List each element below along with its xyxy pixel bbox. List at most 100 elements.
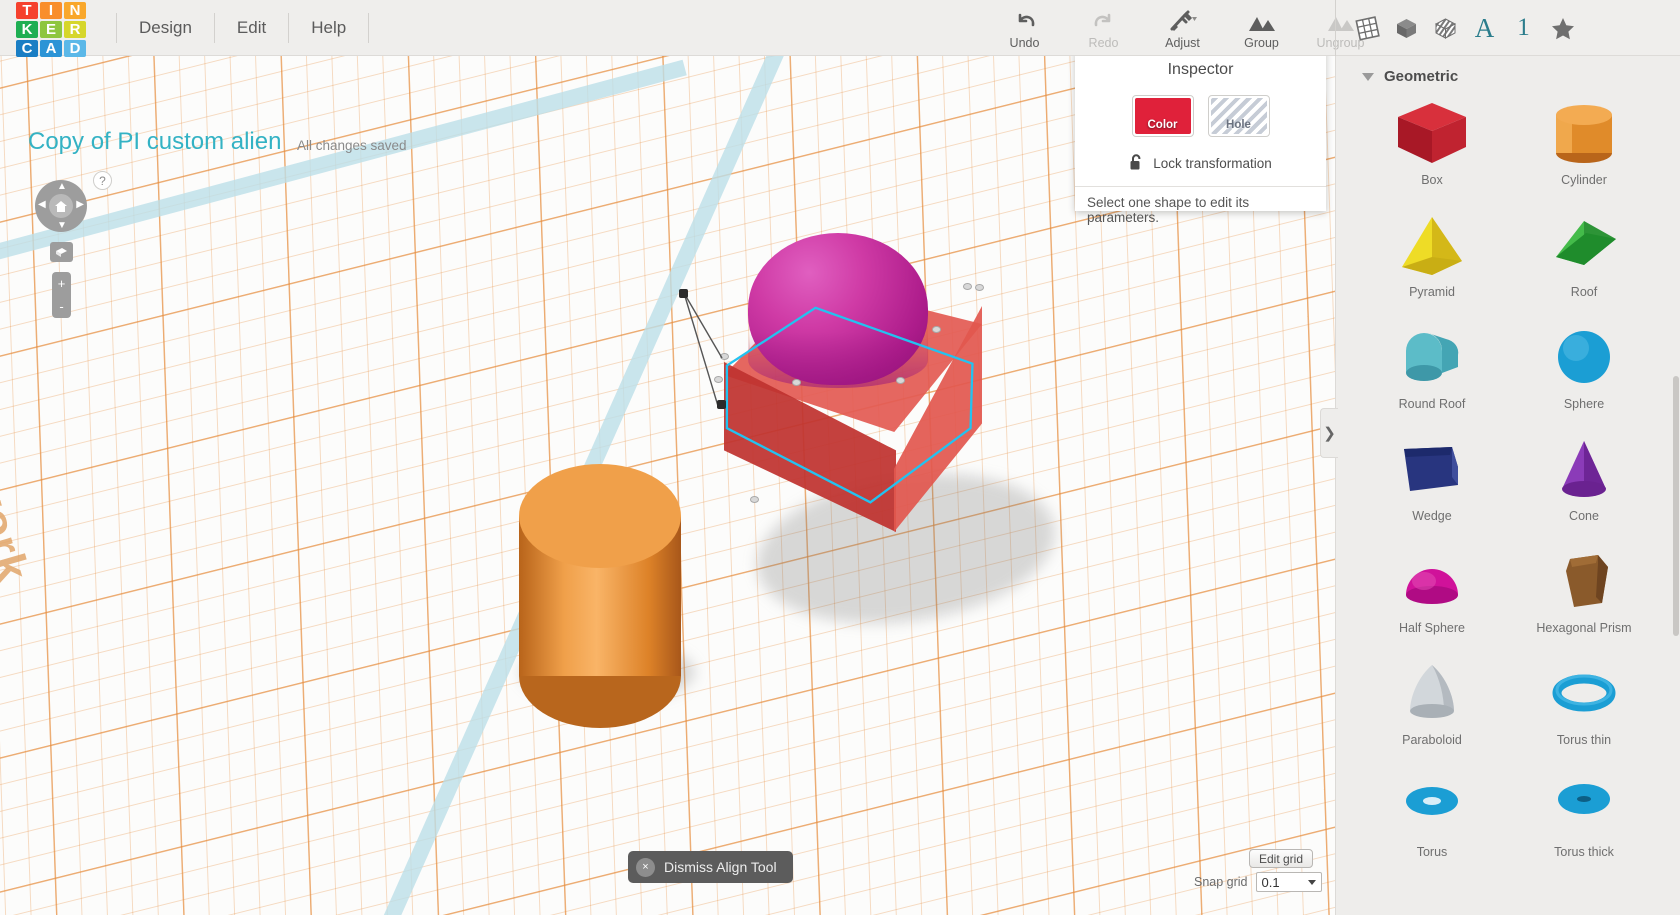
shape-label: Roof bbox=[1570, 285, 1598, 299]
text-a-icon[interactable]: A bbox=[1465, 0, 1504, 56]
shape-label: Torus thin bbox=[1556, 733, 1612, 747]
shape-item-cone[interactable]: Cone bbox=[1508, 431, 1660, 543]
cone-shape-icon bbox=[1540, 431, 1628, 509]
shape-label: Paraboloid bbox=[1402, 733, 1462, 747]
nav-right-icon[interactable]: ▶ bbox=[76, 199, 84, 210]
shapes-panel: Geometric Box Cylinder Pyramid Roof Roun… bbox=[1335, 56, 1680, 915]
lock-transformation-label: Lock transformation bbox=[1153, 156, 1272, 171]
close-icon[interactable]: × bbox=[636, 857, 655, 877]
shape-label: Wedge bbox=[1412, 509, 1452, 523]
shape-label: Round Roof bbox=[1398, 397, 1466, 411]
hole-cube-icon[interactable] bbox=[1426, 0, 1465, 56]
box-shape-icon bbox=[1388, 95, 1476, 173]
group-mountains-icon bbox=[1247, 7, 1277, 33]
shape-item-paraboloid[interactable]: Paraboloid bbox=[1356, 655, 1508, 767]
favorites-star-icon[interactable] bbox=[1543, 0, 1582, 56]
nav-home-icon[interactable] bbox=[49, 194, 73, 218]
shape-item-torus-thin[interactable]: Torus thin bbox=[1508, 655, 1660, 767]
resize-handle[interactable] bbox=[792, 379, 801, 386]
number-one-icon[interactable]: 1 bbox=[1504, 0, 1543, 56]
cylinder-top bbox=[519, 464, 681, 568]
shape-label: Torus thick bbox=[1554, 845, 1614, 859]
shapes-category-label: Geometric bbox=[1384, 68, 1459, 85]
redo-button[interactable]: Redo bbox=[1064, 0, 1143, 56]
nav-down-icon[interactable]: ▼ bbox=[57, 220, 67, 231]
menu-edit[interactable]: Edit bbox=[215, 12, 290, 43]
undo-arrow-icon bbox=[1013, 7, 1037, 33]
main-menu: Design Edit Help bbox=[116, 0, 370, 56]
view-tools-group: A 1 bbox=[1335, 0, 1582, 56]
inspector-swatches: Color Hole bbox=[1075, 95, 1326, 137]
adjust-label: Adjust bbox=[1165, 35, 1200, 50]
inspector-panel: Inspector Color Hole Lock transformation… bbox=[1075, 49, 1326, 225]
round-roof-shape-icon bbox=[1388, 319, 1476, 397]
zoom-controls[interactable]: + - bbox=[52, 272, 71, 318]
group-button[interactable]: Group bbox=[1222, 0, 1301, 56]
logo-tile-a: A bbox=[40, 39, 62, 57]
hole-swatch-button[interactable]: Hole bbox=[1207, 95, 1270, 137]
nav-left-icon[interactable]: ◀ bbox=[38, 199, 46, 210]
rotate-handle[interactable] bbox=[679, 289, 688, 298]
half-sphere-shape-icon bbox=[1388, 543, 1476, 621]
zoom-out-button[interactable]: - bbox=[52, 295, 71, 318]
shape-item-roof[interactable]: Roof bbox=[1508, 207, 1660, 319]
color-swatch-button[interactable]: Color bbox=[1131, 95, 1194, 137]
shape-item-round-roof[interactable]: Round Roof bbox=[1356, 319, 1508, 431]
shape-label: Half Sphere bbox=[1398, 621, 1465, 635]
shape-label: Hexagonal Prism bbox=[1536, 621, 1632, 635]
shapes-grid: Box Cylinder Pyramid Roof Round Roof Sph… bbox=[1336, 95, 1680, 879]
project-title[interactable]: Copy of PI custom alien bbox=[28, 128, 281, 156]
shapes-panel-scrollbar[interactable] bbox=[1673, 376, 1679, 636]
shapes-category-header[interactable]: Geometric bbox=[1336, 56, 1680, 95]
snap-grid-select[interactable]: 0.1 bbox=[1255, 872, 1322, 892]
shape-item-sphere[interactable]: Sphere bbox=[1508, 319, 1660, 431]
shape-label: Torus bbox=[1416, 845, 1448, 859]
edit-grid-button[interactable]: Edit grid bbox=[1249, 849, 1314, 868]
sphere-shape-icon bbox=[1540, 319, 1628, 397]
redo-label: Redo bbox=[1088, 35, 1119, 50]
lock-transformation-row[interactable]: Lock transformation bbox=[1075, 153, 1326, 174]
shape-item-box[interactable]: Box bbox=[1356, 95, 1508, 207]
logo-tile-r: R bbox=[64, 20, 86, 38]
pyramid-shape-icon bbox=[1388, 207, 1476, 285]
shape-item-wedge[interactable]: Wedge bbox=[1356, 431, 1508, 543]
color-swatch-label: Color bbox=[1134, 98, 1191, 134]
shape-item-hexagonal-prism[interactable]: Hexagonal Prism bbox=[1508, 543, 1660, 655]
viewport-help-icon[interactable]: ? bbox=[93, 171, 112, 190]
cylinder-shape-icon bbox=[1540, 95, 1628, 173]
logo-tile-d: D bbox=[64, 39, 86, 57]
menu-design[interactable]: Design bbox=[116, 12, 215, 43]
paraboloid-shape-icon bbox=[1388, 655, 1476, 733]
shape-item-pyramid[interactable]: Pyramid bbox=[1356, 207, 1508, 319]
collapse-panel-tab[interactable]: ❯ bbox=[1320, 408, 1338, 458]
workplane-grid-icon[interactable] bbox=[1348, 0, 1387, 56]
zoom-in-button[interactable]: + bbox=[52, 272, 71, 295]
adjust-button[interactable]: Adjust bbox=[1143, 0, 1222, 56]
shape-item-half-sphere[interactable]: Half Sphere bbox=[1356, 543, 1508, 655]
chevron-down-icon bbox=[1362, 72, 1374, 81]
fit-view-button[interactable] bbox=[50, 242, 73, 262]
shape-item-torus-thick[interactable]: Torus thick bbox=[1508, 767, 1660, 879]
view-navigation-pad[interactable]: ▲ ▼ ◀ ▶ bbox=[35, 180, 87, 232]
inspector-hint: Select one shape to edit its parameters. bbox=[1075, 186, 1326, 225]
rotate-handle[interactable] bbox=[717, 400, 726, 409]
undo-button[interactable]: Undo bbox=[985, 0, 1064, 56]
dismiss-align-tool-button[interactable]: × Dismiss Align Tool bbox=[628, 851, 793, 883]
chevron-down-icon bbox=[1307, 879, 1316, 885]
shape-item-cylinder[interactable]: Cylinder bbox=[1508, 95, 1660, 207]
resize-handle[interactable] bbox=[975, 284, 984, 291]
wedge-shape-icon bbox=[1388, 431, 1476, 509]
nav-up-icon[interactable]: ▲ bbox=[57, 181, 67, 192]
menu-help[interactable]: Help bbox=[289, 12, 370, 43]
group-label: Group bbox=[1244, 35, 1279, 50]
resize-handle[interactable] bbox=[896, 377, 905, 384]
resize-handle[interactable] bbox=[963, 283, 972, 290]
snap-grid-value: 0.1 bbox=[1261, 874, 1280, 890]
solid-cube-icon[interactable] bbox=[1387, 0, 1426, 56]
resize-handle[interactable] bbox=[750, 496, 759, 503]
tinkercad-logo[interactable]: T I N K E R C A D bbox=[16, 1, 86, 57]
shape-item-torus[interactable]: Torus bbox=[1356, 767, 1508, 879]
snap-grid-label: Snap grid bbox=[1194, 875, 1248, 889]
adjust-wrench-icon bbox=[1168, 7, 1198, 33]
resize-handle[interactable] bbox=[932, 326, 941, 333]
